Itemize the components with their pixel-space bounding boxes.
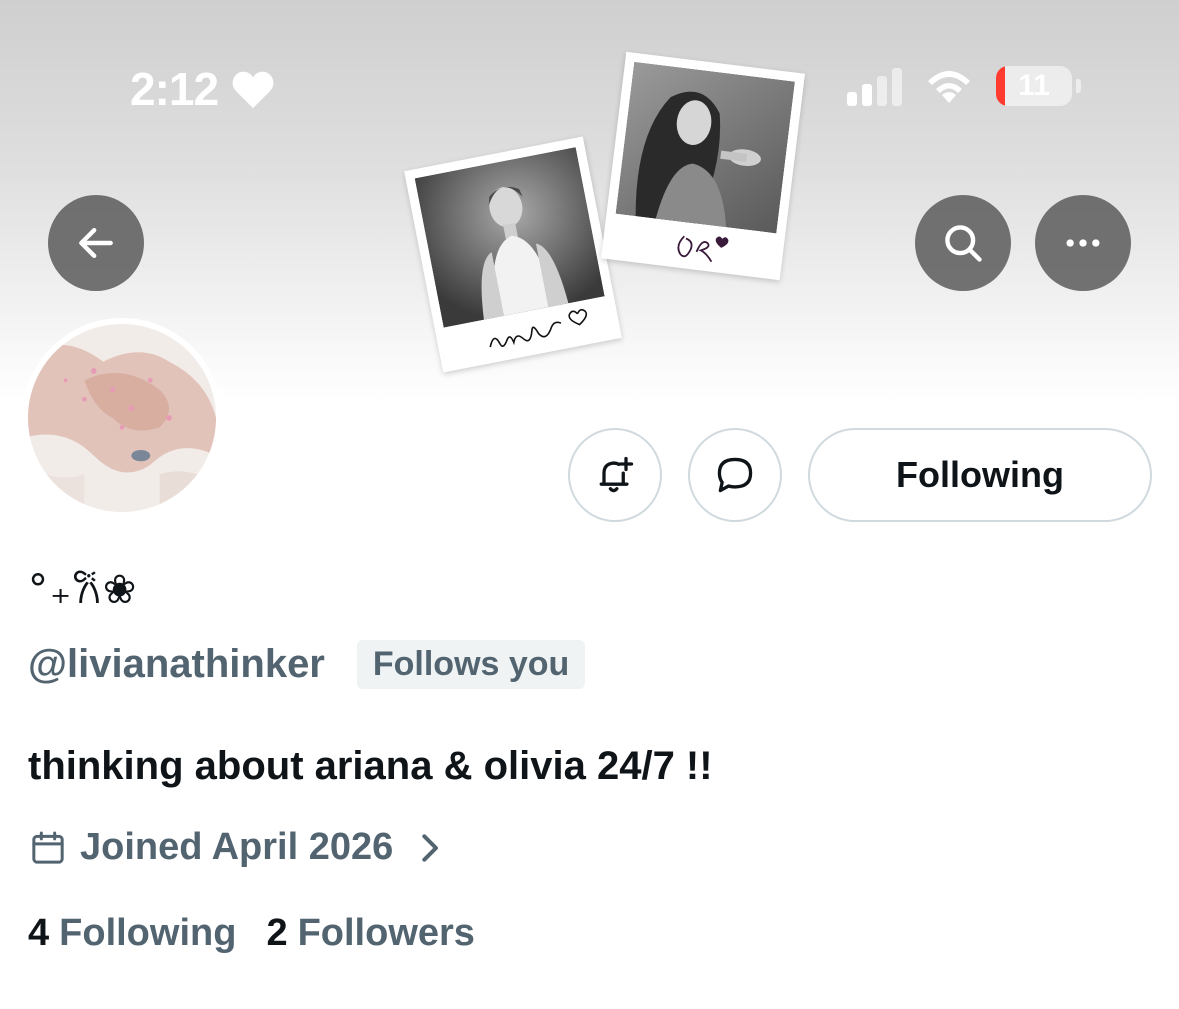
following-button[interactable]: Following (808, 428, 1152, 522)
chevron-right-icon (422, 833, 439, 862)
username-handle: @livianathinker (28, 642, 325, 686)
following-label: Following (59, 912, 237, 954)
follows-you-badge: Follows you (356, 640, 586, 689)
bell-plus-icon (599, 456, 634, 493)
following-count: 4 (28, 912, 50, 954)
back-button[interactable] (48, 195, 144, 291)
profile-screen: 2:12 11 Following °₊𐙚❀ @livianathinker F… (0, 0, 1179, 1009)
avatar[interactable] (22, 318, 222, 518)
followers-count: 2 (266, 912, 288, 954)
cellular-signal-icon (847, 66, 902, 106)
notifications-button[interactable] (568, 428, 662, 522)
banner-photo-ariana (404, 136, 622, 373)
followers-count-link[interactable]: 2 Followers (266, 912, 475, 955)
search-icon (945, 225, 982, 262)
followers-label: Followers (297, 912, 475, 954)
chat-bubble-icon (717, 457, 753, 493)
message-button[interactable] (688, 428, 782, 522)
search-button[interactable] (915, 195, 1011, 291)
profile-bio: thinking about ariana & olivia 24/7 !! (28, 744, 713, 788)
joined-date: Joined April 2026 (80, 826, 394, 868)
more-options-button[interactable] (1035, 195, 1131, 291)
heart-icon (232, 71, 274, 109)
follow-stats: 4 Following 2 Followers (28, 912, 475, 955)
more-horizontal-icon (1066, 239, 1100, 247)
status-time: 2:12 (130, 62, 276, 116)
display-name: °₊𐙚❀ (28, 567, 139, 613)
joined-date-link[interactable]: Joined April 2026 (28, 826, 451, 869)
following-count-link[interactable]: 4 Following (28, 912, 236, 955)
arrow-left-icon (79, 227, 113, 259)
handle-row: @livianathinker Follows you (28, 640, 586, 689)
calendar-icon (32, 831, 64, 864)
wifi-icon (928, 71, 970, 103)
status-indicators: 11 (847, 66, 1081, 106)
banner-photo-olivia (600, 51, 806, 281)
battery-level: 11 (1018, 69, 1050, 102)
battery-icon: 11 (996, 66, 1072, 106)
